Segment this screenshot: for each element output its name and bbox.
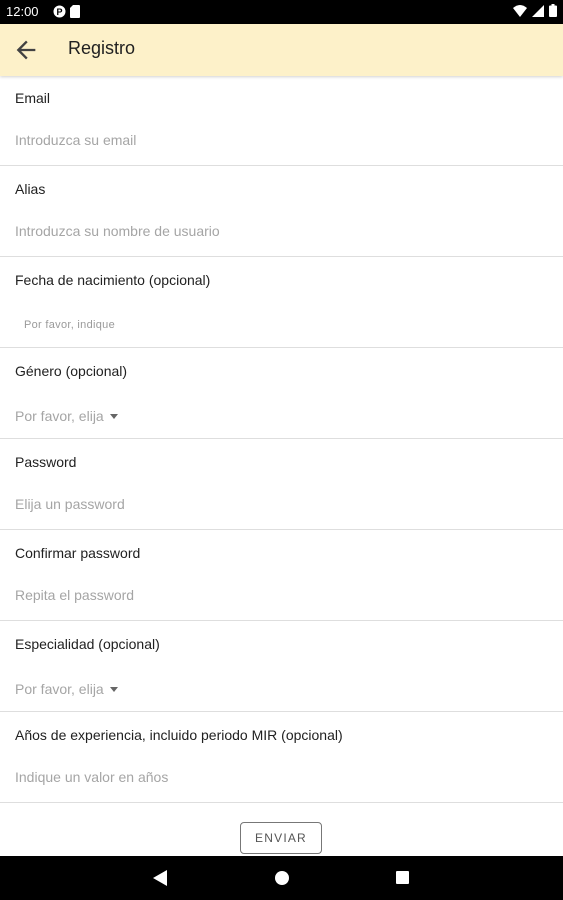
gender-dropdown[interactable]: Por favor, elija [15, 408, 118, 424]
gender-dropdown-text: Por favor, elija [15, 408, 104, 424]
alias-field[interactable] [15, 217, 535, 245]
status-bar: 12:00 P [0, 0, 563, 24]
signal-icon [532, 4, 544, 20]
password-label: Password [15, 454, 77, 470]
password-row: Password [0, 440, 563, 530]
nav-home-icon[interactable] [275, 871, 289, 885]
confirm-password-field[interactable] [15, 581, 535, 609]
specialty-label: Especialidad (opcional) [15, 636, 160, 652]
chevron-down-icon [109, 686, 118, 692]
app-bar: Registro [0, 24, 563, 76]
system-nav-bar [0, 856, 563, 900]
status-time: 12:00 [6, 4, 39, 19]
experience-label: Años de experiencia, incluido periodo MI… [15, 727, 343, 743]
specialty-dropdown[interactable]: Por favor, elija [15, 681, 118, 697]
status-left-icons: P [53, 5, 80, 21]
specialty-row: Especialidad (opcional) Por favor, elija [0, 622, 563, 712]
birthdate-label: Fecha de nacimiento (opcional) [15, 272, 211, 288]
status-right-icons [513, 4, 557, 20]
nav-back-icon[interactable] [152, 869, 168, 892]
battery-icon [549, 4, 557, 20]
alias-label: Alias [15, 181, 46, 197]
confirm-password-label: Confirmar password [15, 545, 141, 561]
svg-text:P: P [56, 7, 62, 17]
password-field[interactable] [15, 490, 535, 518]
sim-card-icon [70, 5, 80, 21]
submit-button[interactable]: ENVIAR [240, 822, 322, 854]
alias-row: Alias [0, 167, 563, 257]
page-title: Registro [68, 38, 136, 58]
email-field[interactable] [15, 126, 535, 154]
email-label: Email [15, 90, 51, 106]
birthdate-row: Fecha de nacimiento (opcional) Por favor… [0, 258, 563, 348]
gender-row: Género (opcional) Por favor, elija [0, 349, 563, 439]
confirm-password-row: Confirmar password [0, 531, 563, 621]
p-badge-icon: P [53, 5, 66, 21]
wifi-icon [513, 4, 527, 20]
birthdate-picker[interactable]: Por favor, indique [24, 319, 115, 331]
gender-label: Género (opcional) [15, 363, 128, 379]
arrow-back-icon [16, 40, 36, 60]
specialty-dropdown-text: Por favor, elija [15, 681, 104, 697]
chevron-down-icon [109, 413, 118, 419]
email-row: Email [0, 76, 563, 166]
back-button[interactable] [12, 36, 40, 64]
experience-row: Años de experiencia, incluido periodo MI… [0, 713, 563, 803]
experience-field[interactable] [15, 763, 535, 791]
nav-recents-icon[interactable] [396, 871, 409, 884]
